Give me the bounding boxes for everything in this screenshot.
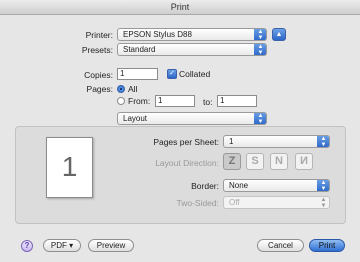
preview-page-number: 1	[61, 151, 78, 182]
two-sided-label: Two-Sided:	[176, 198, 219, 208]
window-title: Print	[170, 2, 190, 12]
presets-popup[interactable]: Standard ▲ ▼	[117, 43, 267, 56]
pdf-button[interactable]: PDF ▾	[43, 239, 81, 252]
pages-to-label: to:	[203, 97, 213, 107]
pages-all-radio[interactable]	[117, 85, 125, 93]
layout-direction-z-icon[interactable]: Z	[223, 153, 241, 170]
pages-per-sheet-value: 1	[229, 137, 234, 146]
cancel-button[interactable]: Cancel	[257, 239, 304, 252]
pages-per-sheet-popup[interactable]: 1 ▲ ▼	[223, 135, 330, 148]
border-value: None	[229, 181, 249, 190]
popup-arrows-icon: ▲ ▼	[317, 180, 329, 191]
border-popup[interactable]: None ▲ ▼	[223, 179, 330, 192]
title-bar: Print	[0, 0, 360, 15]
layout-direction-s-icon[interactable]: S	[246, 153, 264, 170]
print-button[interactable]: Print	[309, 239, 345, 252]
popup-arrows-icon: ▲ ▼	[254, 29, 266, 40]
pages-from-label: From:	[128, 96, 151, 106]
panel-value: Layout	[123, 114, 148, 123]
collated-label: Collated	[179, 69, 211, 79]
popup-arrows-icon: ▲ ▼	[254, 44, 266, 55]
printer-label: Printer:	[85, 30, 113, 40]
pages-to-field[interactable]: 1	[217, 95, 257, 107]
printer-popup[interactable]: EPSON Stylus D88 ▲ ▼	[117, 28, 267, 41]
pages-label: Pages:	[86, 84, 113, 94]
preview-button[interactable]: Preview	[88, 239, 134, 252]
layout-direction-label: Layout Direction:	[155, 158, 219, 168]
copies-label: Copies:	[84, 70, 113, 80]
two-sided-popup: Off ▲ ▼	[223, 196, 330, 209]
pages-all-label: All	[128, 84, 138, 94]
presets-label: Presets:	[81, 45, 113, 55]
popup-arrows-icon: ▲ ▼	[320, 197, 327, 209]
pages-from-field[interactable]: 1	[155, 95, 195, 107]
collated-checkbox[interactable]: ✓	[167, 69, 177, 79]
presets-value: Standard	[123, 45, 156, 54]
pages-from-radio[interactable]	[117, 97, 125, 105]
page-preview: 1	[46, 137, 93, 198]
panel-popup[interactable]: Layout ▲ ▼	[117, 112, 267, 125]
printer-value: EPSON Stylus D88	[123, 30, 192, 39]
layout-direction-reverse-n-icon[interactable]: N	[295, 153, 313, 170]
popup-arrows-icon: ▲ ▼	[317, 136, 329, 147]
help-button[interactable]: ?	[21, 240, 33, 252]
border-label: Border:	[191, 181, 219, 191]
layout-direction-n-icon[interactable]: N	[270, 153, 288, 170]
two-sided-value: Off	[229, 198, 240, 207]
copies-field[interactable]: 1	[117, 68, 158, 80]
popup-arrows-icon: ▲ ▼	[254, 113, 266, 124]
disclosure-triangle-icon[interactable]: ▲	[272, 28, 286, 41]
pages-per-sheet-label: Pages per Sheet:	[153, 137, 219, 147]
